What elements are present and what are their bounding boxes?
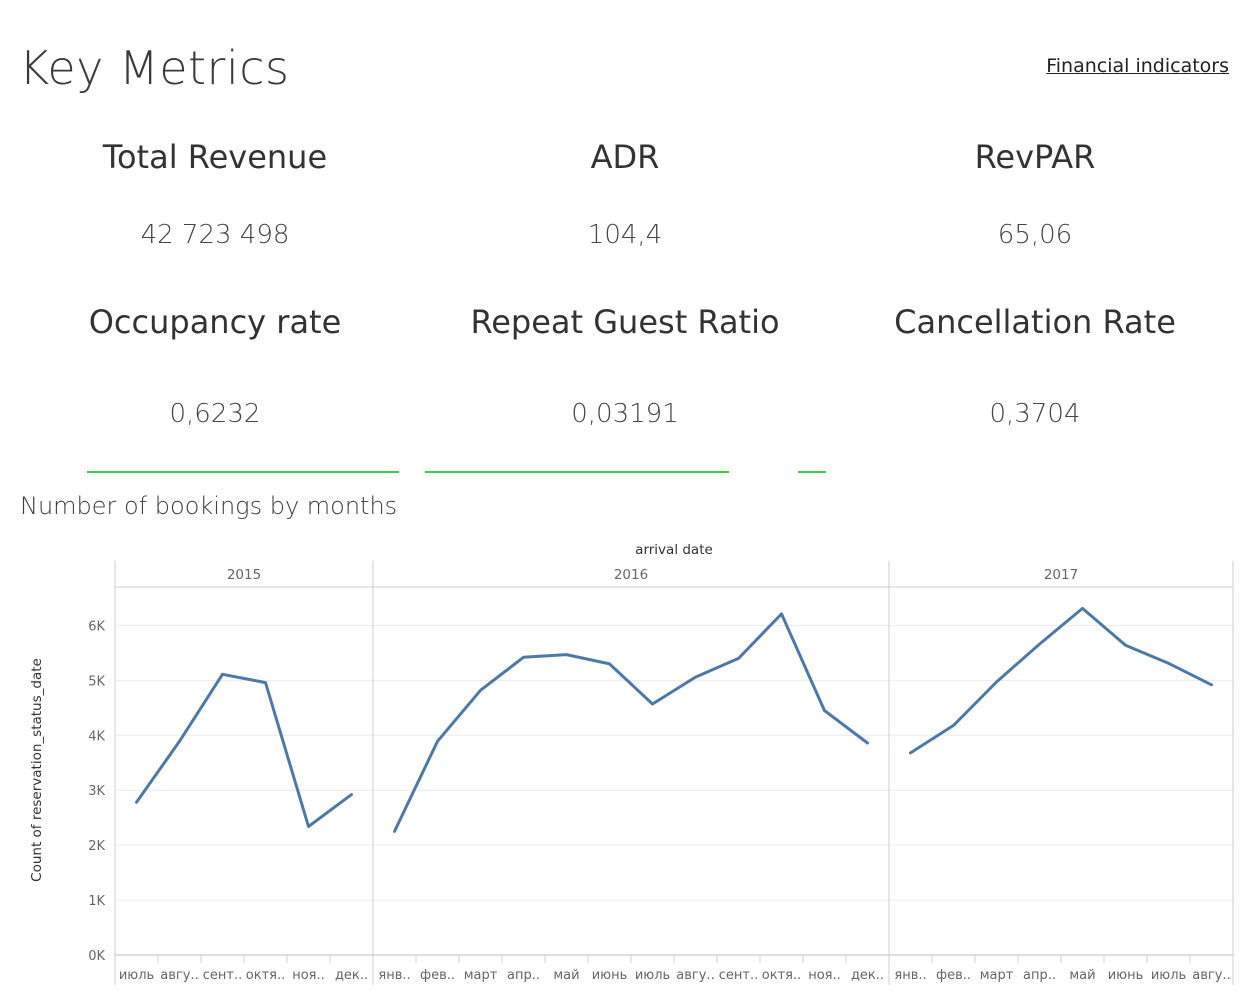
bookings-line-chart: 0K 1K 2K 3K 4K 5K 6K arrival date Count of reser… [29,542,1234,985]
x-tick-label: фев.. [936,968,971,983]
x-tick-label: июнь [1108,968,1144,983]
y-axis-label: Count of reservation_status_date [29,658,45,882]
x-tick-label: авгу.. [676,968,714,983]
x-tick-label: дек.. [851,968,884,983]
x-tick-label: авгу.. [1192,968,1230,983]
x-tick-label: авгу.. [160,968,198,983]
y-tick-label: 1K [88,894,105,909]
x-tick-label: дек.. [335,968,368,983]
y-tick-label: 4K [88,729,105,744]
x-tick-label: октя.. [246,968,285,983]
y-tick-label: 5K [88,674,105,689]
x-tick-label: апр.. [1023,968,1056,983]
series-line-2016 [393,612,869,833]
x-tick-label: март [980,968,1014,983]
x-tick-label: апр.. [507,968,540,983]
x-tick-label: май [1069,968,1095,983]
x-tick-label: ноя.. [292,968,325,983]
series-line-2015 [135,672,353,828]
x-tick-label: июль [1151,968,1186,983]
x-tick-label: янв.. [894,968,926,983]
x-tick-label: июнь [592,968,628,983]
year-header: 2015 [227,567,261,583]
x-tick-label: сент.. [719,968,758,983]
y-tick-label: 3K [88,784,105,799]
x-tick-label: фев.. [420,968,455,983]
x-tick-label: янв.. [378,968,410,983]
x-tick-label: ноя.. [808,968,841,983]
x-tick-label: июль [635,968,670,983]
x-tick-label: июль [119,968,154,983]
y-tick-label: 6K [88,619,105,634]
x-tick-label: март [464,968,498,983]
x-header-label: arrival date [635,542,713,558]
year-header: 2016 [614,567,648,583]
x-tick-label: сент.. [203,968,242,983]
y-tick-label: 0K [88,949,105,964]
year-header: 2017 [1044,567,1078,583]
x-tick-label: октя.. [762,968,801,983]
y-tick-label: 2K [88,839,105,854]
x-tick-label: май [553,968,579,983]
